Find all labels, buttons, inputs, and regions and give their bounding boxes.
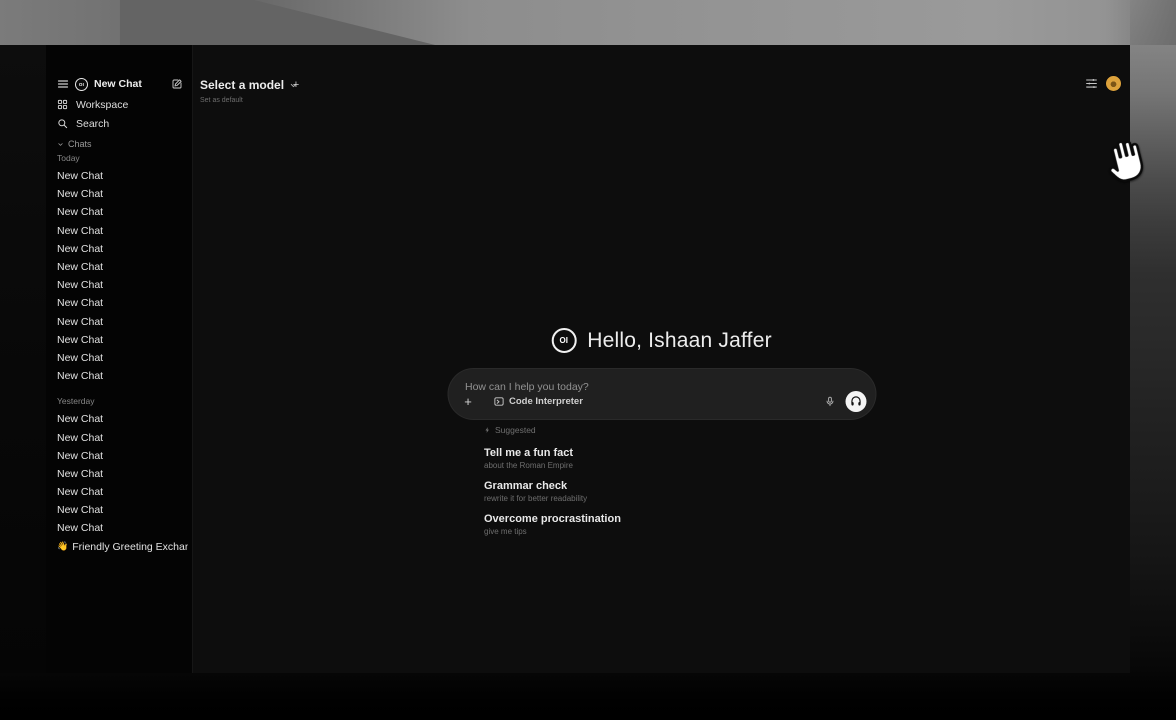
model-selector-label: Select a model [200,78,284,92]
sidebar-title: New Chat [94,78,165,90]
suggested-label: Suggested [495,425,536,435]
chat-list-item[interactable]: New Chat [57,203,188,221]
suggestion-item[interactable]: Grammar checkrewrite it for better reada… [484,479,814,504]
composer-toolbar: + Code Interpreter [461,391,866,412]
chat-list-item[interactable]: New Chat [57,367,188,385]
chat-group-label: Yesterday [57,396,188,406]
search-icon [57,118,68,129]
desktop-background-left [0,45,46,673]
add-model-button[interactable]: + [289,78,303,92]
suggestion-title: Tell me a fun fact [484,446,814,460]
chat-list-item[interactable]: New Chat [57,240,188,258]
model-selector[interactable]: Select a model [200,78,298,92]
chat-list-item[interactable]: New Chat [57,519,188,537]
chats-section-toggle[interactable]: Chats [57,138,92,150]
chat-list-item[interactable]: New Chat [57,428,188,446]
bolt-icon [484,426,491,434]
chat-list-item[interactable]: New Chat [57,331,188,349]
voice-mode-button[interactable] [845,391,866,412]
suggestion-title: Grammar check [484,479,814,493]
suggested-section: Suggested Tell me a fun factabout the Ro… [484,425,814,545]
chat-list-item[interactable]: New Chat [57,222,188,240]
chat-title: Friendly Greeting Exchange [72,541,188,553]
chat-list-item[interactable]: New Chat [57,185,188,203]
suggestion-title: Overcome procrastination [484,512,814,526]
topbar-right [1085,76,1121,91]
desktop-background-right [1130,0,1176,720]
attach-button[interactable]: + [461,395,475,409]
suggestion-subtitle: about the Roman Empire [484,461,814,471]
code-interpreter-label: Code Interpreter [509,396,583,407]
suggestion-list: Tell me a fun factabout the Roman Empire… [484,446,814,537]
chat-list-item[interactable]: New Chat [57,349,188,367]
chat-list-item[interactable]: New Chat [57,276,188,294]
sidebar-toggle-icon[interactable] [57,78,69,90]
chevron-down-icon [57,141,64,148]
new-chat-button[interactable] [171,78,183,90]
chat-list-item[interactable]: New Chat [57,447,188,465]
suggested-header: Suggested [484,425,814,435]
greeting-block: OI Hello, Ishaan Jaffer [551,328,772,353]
chat-group-label: Today [57,153,188,163]
chat-list-item[interactable]: New Chat [57,294,188,312]
chat-list-item[interactable]: New Chat [57,410,188,428]
wave-emoji: 👋 [57,541,68,552]
headphones-icon [849,395,862,408]
code-interpreter-toggle[interactable]: Code Interpreter [493,396,583,407]
chat-list-item[interactable]: New Chat [57,313,188,331]
settings-sliders-button[interactable] [1085,77,1098,90]
chat-group-list: TodayNew ChatNew ChatNew ChatNew ChatNew… [57,153,188,556]
chat-list-item[interactable]: New Chat [57,258,188,276]
greeting-text: Hello, Ishaan Jaffer [587,329,772,353]
chats-section-label: Chats [68,139,92,149]
sidebar-item-label: Search [76,118,109,130]
suggestion-subtitle: give me tips [484,527,814,537]
chat-list-item[interactable]: New Chat [57,501,188,519]
chat-list-item[interactable]: New Chat [57,483,188,501]
app-logo: OI [75,78,88,91]
sidebar-item-label: Workspace [76,99,128,111]
suggestion-subtitle: rewrite it for better readability [484,494,814,504]
sidebar: OI New Chat Workspace [46,45,193,673]
suggestion-item[interactable]: Overcome procrastinationgive me tips [484,512,814,537]
grid-icon [57,99,68,110]
desktop-background-bottom [0,673,1176,720]
sidebar-header: OI New Chat [57,76,183,92]
desktop-background-top [0,0,1176,45]
main-area: Select a model + Set as default [193,45,1130,673]
suggestion-item[interactable]: Tell me a fun factabout the Roman Empire [484,446,814,471]
message-composer[interactable]: How can I help you today? + Code Interpr… [448,369,875,419]
app-logo: OI [551,328,576,353]
chat-list-item[interactable]: New Chat [57,465,188,483]
app-window: OI New Chat Workspace [46,45,1130,673]
sidebar-item-workspace[interactable]: Workspace [57,97,184,112]
microphone-button[interactable] [824,395,835,408]
terminal-icon [493,396,504,407]
desktop-stage: OI New Chat Workspace [0,0,1176,720]
set-as-default-link[interactable]: Set as default [200,97,243,104]
user-avatar[interactable] [1106,76,1121,91]
chat-list-item-named[interactable]: 👋 Friendly Greeting Exchange [57,538,188,556]
sidebar-item-search[interactable]: Search [57,116,184,131]
chat-list-item[interactable]: New Chat [57,167,188,185]
